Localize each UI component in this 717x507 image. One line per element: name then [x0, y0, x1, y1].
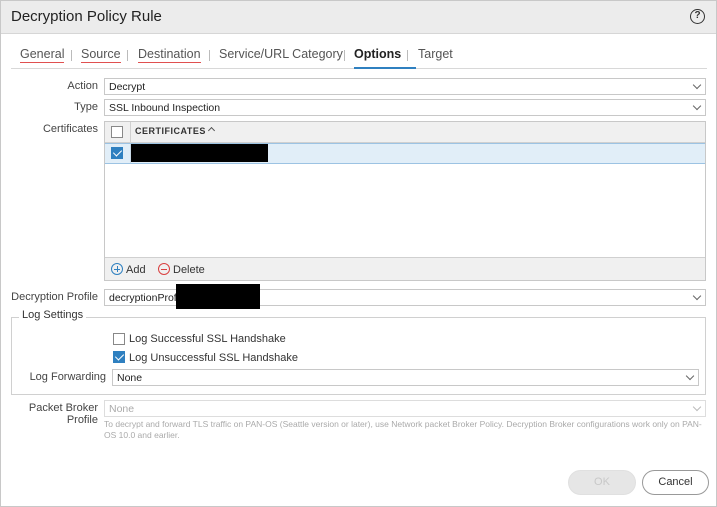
chevron-down-icon: [692, 291, 702, 301]
tab-separator: [209, 50, 210, 61]
dialog-title: Decryption Policy Rule: [11, 8, 162, 25]
question-circle-icon[interactable]: ?: [690, 9, 705, 24]
log-successful-label: Log Successful SSL Handshake: [129, 333, 286, 345]
add-label: Add: [126, 264, 146, 276]
delete-certificate-button[interactable]: Delete: [158, 263, 205, 276]
add-certificate-button[interactable]: Add: [111, 263, 146, 276]
decryption-policy-rule-dialog: Decryption Policy Rule ? General Source …: [0, 0, 717, 507]
log-settings-legend: Log Settings: [19, 309, 87, 321]
action-label: Action: [67, 80, 98, 92]
redacted-certificate-name: [131, 144, 268, 162]
plus-circle-icon: [111, 263, 123, 275]
chevron-down-icon: [692, 80, 702, 90]
log-forwarding-select[interactable]: None: [112, 369, 699, 386]
tab-options[interactable]: Options: [354, 47, 401, 61]
chevron-down-icon: [692, 402, 702, 412]
sort-ascending-icon[interactable]: [207, 126, 216, 135]
packet-broker-label-line1: Packet Broker: [28, 402, 98, 414]
chevron-down-icon: [685, 371, 695, 381]
decryption-profile-value: decryptionProfi: [109, 292, 180, 304]
tab-general[interactable]: General: [20, 47, 65, 63]
packet-broker-value: None: [109, 403, 135, 415]
redacted-profile-suffix: [176, 284, 260, 309]
action-select[interactable]: Decrypt: [104, 78, 706, 95]
packet-broker-profile-select: None: [104, 400, 706, 417]
packet-broker-label-line2: Profile: [66, 414, 98, 426]
action-value: Decrypt: [109, 81, 146, 93]
chevron-down-icon: [692, 101, 702, 111]
tab-separator: [71, 50, 72, 61]
certificates-label: Certificates: [42, 123, 98, 135]
type-value: SSL Inbound Inspection: [109, 102, 221, 114]
tab-source[interactable]: Source: [81, 47, 121, 63]
log-successful-checkbox[interactable]: [113, 333, 125, 345]
table-row[interactable]: [105, 143, 705, 164]
certificates-grid-toolbar: Add Delete: [105, 257, 705, 280]
row-checkbox[interactable]: [111, 147, 123, 159]
type-label: Type: [74, 101, 98, 113]
tab-separator: [407, 50, 408, 61]
certificates-grid-header: CERTIFICATES: [105, 122, 705, 143]
type-select[interactable]: SSL Inbound Inspection: [104, 99, 706, 116]
log-unsuccessful-checkbox[interactable]: [113, 351, 125, 363]
column-divider: [130, 122, 131, 143]
packet-broker-help-text: To decrypt and forward TLS traffic on PA…: [104, 419, 702, 440]
tab-bar: General Source Destination Service/URL C…: [11, 41, 707, 69]
tab-destination[interactable]: Destination: [138, 47, 201, 63]
cancel-button[interactable]: Cancel: [642, 470, 709, 495]
select-all-checkbox[interactable]: [111, 126, 123, 138]
log-unsuccessful-label: Log Unsuccessful SSL Handshake: [129, 352, 298, 364]
certificates-grid: CERTIFICATES Add Delete: [104, 121, 706, 281]
active-tab-indicator: [354, 67, 416, 69]
tab-separator: [127, 50, 128, 61]
log-forwarding-value: None: [117, 372, 143, 384]
dialog-titlebar: Decryption Policy Rule ?: [1, 1, 716, 34]
tab-service-url-category[interactable]: Service/URL Category: [219, 47, 343, 61]
certificates-column-header[interactable]: CERTIFICATES: [135, 126, 206, 136]
log-forwarding-label: Log Forwarding: [29, 371, 106, 383]
tab-separator: [344, 50, 345, 61]
tab-target[interactable]: Target: [418, 47, 453, 61]
packet-broker-profile-label: Packet Broker Profile: [29, 402, 98, 426]
minus-circle-icon: [158, 263, 170, 275]
decryption-profile-label: Decryption Profile: [11, 291, 98, 303]
delete-label: Delete: [173, 264, 205, 276]
ok-button: OK: [568, 470, 636, 495]
